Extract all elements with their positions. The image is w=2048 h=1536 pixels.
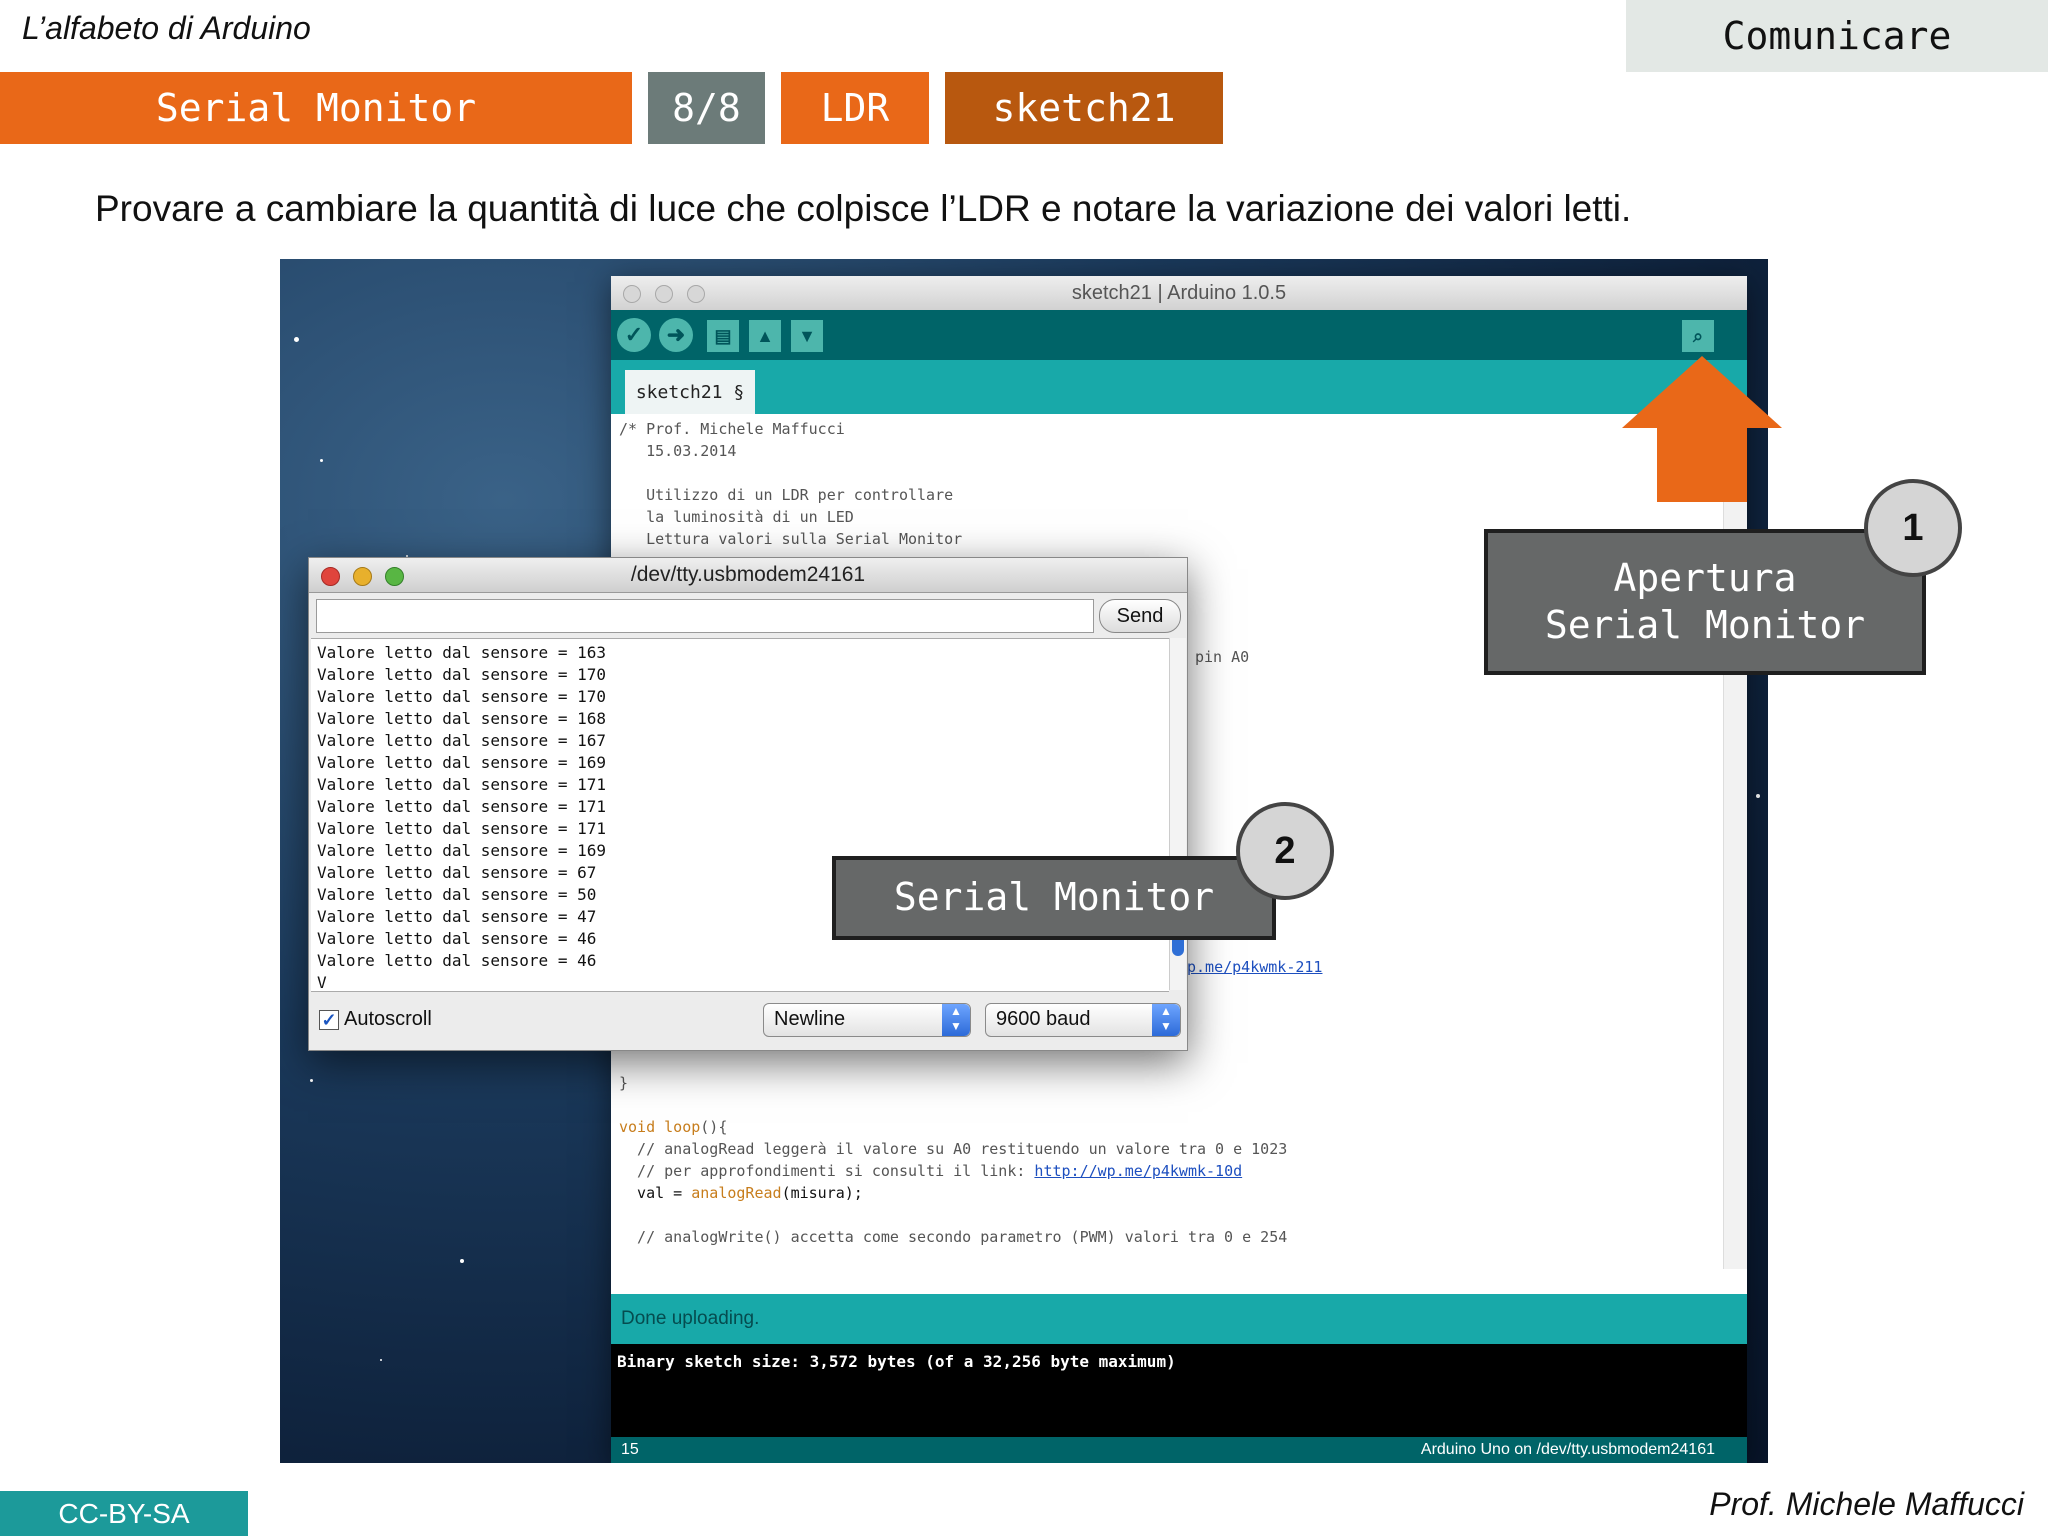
keyword-void: void: [619, 1118, 656, 1136]
open-icon[interactable]: ▲: [749, 320, 781, 352]
sketch-tag: sketch21: [945, 72, 1223, 144]
serial-line: Valore letto dal sensore = 163: [317, 643, 606, 662]
code-line: Lettura valori sulla Serial Monitor: [619, 530, 963, 548]
autoscroll-label: Autoscroll: [344, 1008, 432, 1030]
code-line: pin A0: [1195, 648, 1250, 666]
arrow-head-icon: [1622, 356, 1782, 428]
function-analogread: analogRead: [691, 1184, 782, 1202]
code-fragment: // per approfondimenti si consulti il li…: [619, 1162, 1035, 1180]
serial-line: Valore letto dal sensore = 50: [317, 885, 597, 904]
serial-line: Valore letto dal sensore = 171: [317, 797, 606, 816]
ide-titlebar[interactable]: sketch21 | Arduino 1.0.5: [611, 276, 1747, 311]
serial-line: Valore letto dal sensore = 47: [317, 907, 597, 926]
baud-value: 9600 baud: [996, 1008, 1091, 1030]
ide-console: Binary sketch size: 3,572 bytes (of a 32…: [611, 1344, 1747, 1437]
code-line: /* Prof. Michele Maffucci: [619, 420, 845, 438]
page-tag: 8/8: [648, 72, 765, 144]
baud-select[interactable]: 9600 baud ▲ ▼: [985, 1003, 1181, 1037]
select-arrows-icon: ▲ ▼: [942, 1004, 970, 1036]
status-text: Done uploading.: [621, 1308, 760, 1329]
course-title: L’alfabeto di Arduino: [22, 10, 311, 46]
serial-line: Valore letto dal sensore = 169: [317, 753, 606, 772]
verify-icon[interactable]: ✓: [617, 318, 651, 352]
console-text: Binary sketch size: 3,572 bytes (of a 32…: [617, 1352, 1176, 1371]
star: [320, 459, 323, 462]
serial-monitor-icon[interactable]: ⌕: [1682, 320, 1714, 352]
star: [1756, 794, 1760, 798]
line-ending-select[interactable]: Newline ▲ ▼: [763, 1003, 971, 1037]
step-number-2: 2: [1236, 802, 1334, 900]
ide-footer: 15 Arduino Uno on /dev/tty.usbmodem24161: [611, 1437, 1747, 1463]
arrow-shaft-icon: [1657, 427, 1747, 502]
code-fragment: (){: [700, 1118, 728, 1136]
ide-tabbar: sketch21 §: [611, 360, 1747, 414]
serial-send-input[interactable]: [316, 599, 1094, 633]
author-name: Prof. Michele Maffucci: [1709, 1486, 2024, 1522]
serial-line: V: [317, 973, 327, 992]
code-fragment: val =: [619, 1184, 692, 1202]
code-line: // analogWrite() accetta come secondo pa…: [619, 1228, 1288, 1246]
serial-line: Valore letto dal sensore = 170: [317, 665, 606, 684]
new-icon[interactable]: ▤: [707, 320, 739, 352]
serial-line: Valore letto dal sensore = 169: [317, 841, 606, 860]
callout-serial-monitor: Serial Monitor: [832, 856, 1276, 940]
license-badge: CC-BY-SA: [0, 1491, 248, 1536]
code-line: // analogRead leggerà il valore su A0 re…: [619, 1140, 1288, 1158]
code-line: 15.03.2014: [619, 442, 737, 460]
serial-line: Valore letto dal sensore = 170: [317, 687, 606, 706]
line-ending-value: Newline: [774, 1008, 846, 1030]
code-link[interactable]: p.me/p4kwmk-211: [1187, 958, 1322, 976]
function-loop: loop: [664, 1118, 701, 1136]
serial-line: Valore letto dal sensore = 171: [317, 819, 606, 838]
star: [380, 1359, 382, 1361]
serial-line: Valore letto dal sensore = 46: [317, 929, 597, 948]
serial-line: Valore letto dal sensore = 46: [317, 951, 597, 970]
tab-sketch21[interactable]: sketch21 §: [625, 370, 755, 414]
serial-line: Valore letto dal sensore = 67: [317, 863, 597, 882]
star: [310, 1079, 313, 1082]
code-fragment: (misura);: [781, 1184, 863, 1202]
code-line: void loop(){: [619, 1118, 727, 1136]
serial-monitor-window: /dev/tty.usbmodem24161 Send Valore letto…: [308, 557, 1188, 1051]
ide-status-bar: Done uploading.: [611, 1294, 1747, 1344]
sensor-tag: LDR: [781, 72, 929, 144]
instruction-text: Provare a cambiare la quantità di luce c…: [95, 188, 1632, 229]
serial-line: Valore letto dal sensore = 171: [317, 775, 606, 794]
serial-line: Valore letto dal sensore = 168: [317, 709, 606, 728]
ide-toolbar: ✓ ➜ ▤ ▲ ▼ ⌕: [611, 310, 1747, 360]
send-button[interactable]: Send: [1099, 599, 1181, 633]
upload-icon[interactable]: ➜: [659, 318, 693, 352]
step-number-1: 1: [1864, 479, 1962, 577]
serial-window-title: /dev/tty.usbmodem24161: [630, 563, 866, 586]
code-line: }: [619, 1074, 629, 1092]
serial-line: Valore letto dal sensore = 167: [317, 731, 606, 750]
save-icon[interactable]: ▼: [791, 320, 823, 352]
autoscroll-checkbox[interactable]: ✓: [319, 1010, 339, 1030]
section-label: Comunicare: [1626, 0, 2048, 72]
star: [294, 337, 299, 342]
line-number: 15: [621, 1441, 639, 1458]
serial-titlebar[interactable]: /dev/tty.usbmodem24161: [309, 558, 1187, 593]
topic-tag: Serial Monitor: [0, 72, 632, 144]
code-line: val = analogRead(misura);: [619, 1184, 863, 1202]
star: [460, 1259, 464, 1263]
select-arrows-icon: ▲ ▼: [1152, 1004, 1180, 1036]
code-line: la luminosità di un LED: [619, 508, 854, 526]
code-line: // per approfondimenti si consulti il li…: [619, 1162, 1242, 1180]
code-link[interactable]: http://wp.me/p4kwmk-10d: [1034, 1162, 1242, 1180]
callout-open-serial-monitor: Apertura Serial Monitor: [1484, 529, 1926, 675]
ide-window-title: sketch21 | Arduino 1.0.5: [1071, 282, 1287, 304]
code-line: Utilizzo di un LDR per controllare: [619, 486, 954, 504]
board-info: Arduino Uno on /dev/tty.usbmodem24161: [1420, 1441, 1715, 1458]
